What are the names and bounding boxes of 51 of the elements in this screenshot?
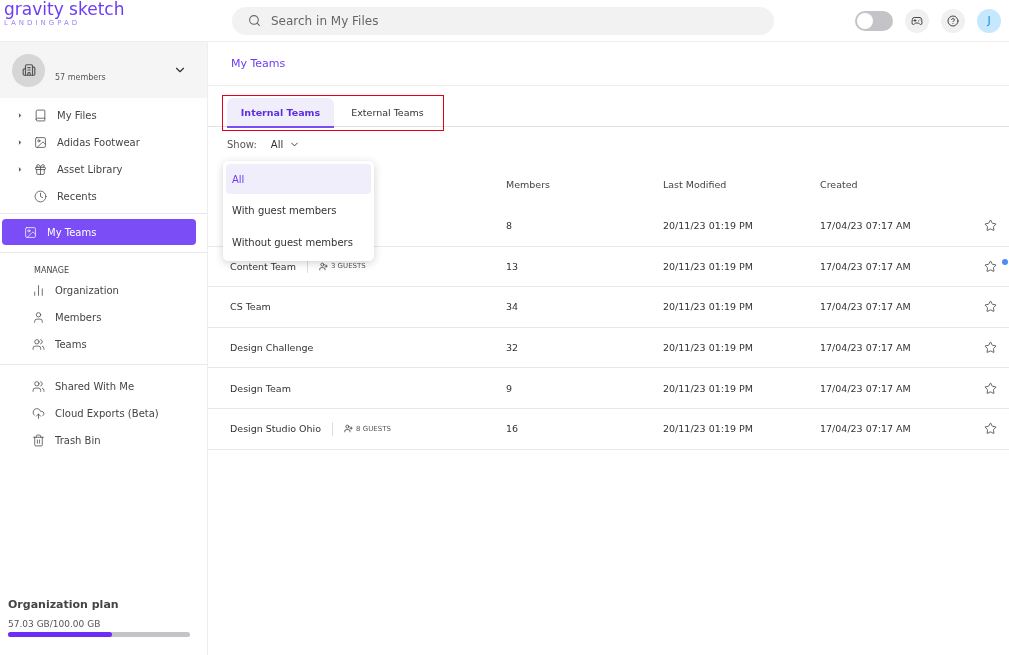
sidebar-item[interactable]: Organization bbox=[2, 277, 196, 303]
search-field[interactable]: Search in My Files bbox=[232, 6, 774, 35]
team-name: Design Challenge bbox=[230, 342, 314, 354]
team-name: Design Studio Ohio bbox=[230, 423, 322, 435]
sidebar-item[interactable]: Trash Bin bbox=[2, 427, 196, 453]
menu-option[interactable]: All bbox=[226, 164, 371, 194]
team-name: CS Team bbox=[230, 301, 271, 313]
table-cell-text: 20/11/23 01:19 PM bbox=[663, 342, 754, 354]
sidebar-item[interactable]: Recents bbox=[2, 183, 196, 209]
table-cell-text: 20/11/23 01:19 PM bbox=[663, 220, 754, 232]
table-cell-text: 20/11/23 01:19 PM bbox=[663, 260, 754, 272]
filter-label: Show: bbox=[227, 139, 257, 150]
tab[interactable]: External Teams bbox=[334, 98, 441, 128]
plan-title: Organization plan bbox=[8, 598, 120, 611]
table-cell-text: 20/11/23 01:19 PM bbox=[663, 423, 754, 435]
filter-select[interactable]: All bbox=[270, 139, 301, 150]
sidebar-item[interactable]: My Teams bbox=[2, 219, 196, 245]
column-header: Last Modified bbox=[663, 178, 728, 190]
table-cell-text: 17/04/23 07:17 AM bbox=[820, 382, 912, 394]
column-header: Created bbox=[820, 178, 859, 190]
table-cell-text: 17/04/23 07:17 AM bbox=[820, 260, 912, 272]
table-cell-text: 17/04/23 07:17 AM bbox=[820, 342, 912, 354]
sidebar-item[interactable]: Adidas Footwear bbox=[2, 129, 196, 155]
table-cell-text: 17/04/23 07:17 AM bbox=[820, 220, 912, 232]
team-name: Design Team bbox=[230, 382, 291, 394]
table-cell-text: 9 bbox=[506, 382, 514, 394]
sidebar-item[interactable]: Cloud Exports (Beta) bbox=[2, 400, 196, 426]
table-cell-text: 17/04/23 07:17 AM bbox=[820, 423, 912, 435]
section-heading: MANAGE bbox=[33, 266, 70, 275]
sidebar-item[interactable]: My Files bbox=[2, 102, 196, 128]
column-header: Members bbox=[506, 178, 552, 190]
menu-option[interactable]: Without guest members bbox=[226, 226, 371, 258]
table-cell-text: 34 bbox=[506, 301, 520, 313]
team-name: Content Team bbox=[230, 260, 296, 272]
logo-name: gravity sketch bbox=[4, 0, 126, 18]
table-cell-text: 8 bbox=[506, 220, 514, 232]
sidebar-item[interactable]: Shared With Me bbox=[2, 373, 196, 399]
table-cell-text: 32 bbox=[506, 342, 520, 354]
breadcrumb[interactable]: My Teams bbox=[231, 57, 286, 70]
tab[interactable]: Internal Teams bbox=[227, 98, 334, 128]
table-cell-text: 13 bbox=[506, 260, 520, 272]
storage-usage: 57.03 GB/100.00 GB bbox=[8, 619, 102, 629]
table-cell-text: 16 bbox=[506, 423, 520, 435]
table-cell-text: 17/04/23 07:17 AM bbox=[820, 301, 912, 313]
sidebar-item[interactable]: Teams bbox=[2, 331, 196, 357]
table-cell-text: 20/11/23 01:19 PM bbox=[663, 301, 754, 313]
member-count: 57 members bbox=[55, 72, 106, 82]
table-cell-text: 20/11/23 01:19 PM bbox=[663, 382, 754, 394]
sidebar-item[interactable]: Asset Library bbox=[2, 156, 196, 182]
menu-option[interactable]: With guest members bbox=[226, 194, 371, 226]
sidebar-item[interactable]: Members bbox=[2, 304, 196, 330]
